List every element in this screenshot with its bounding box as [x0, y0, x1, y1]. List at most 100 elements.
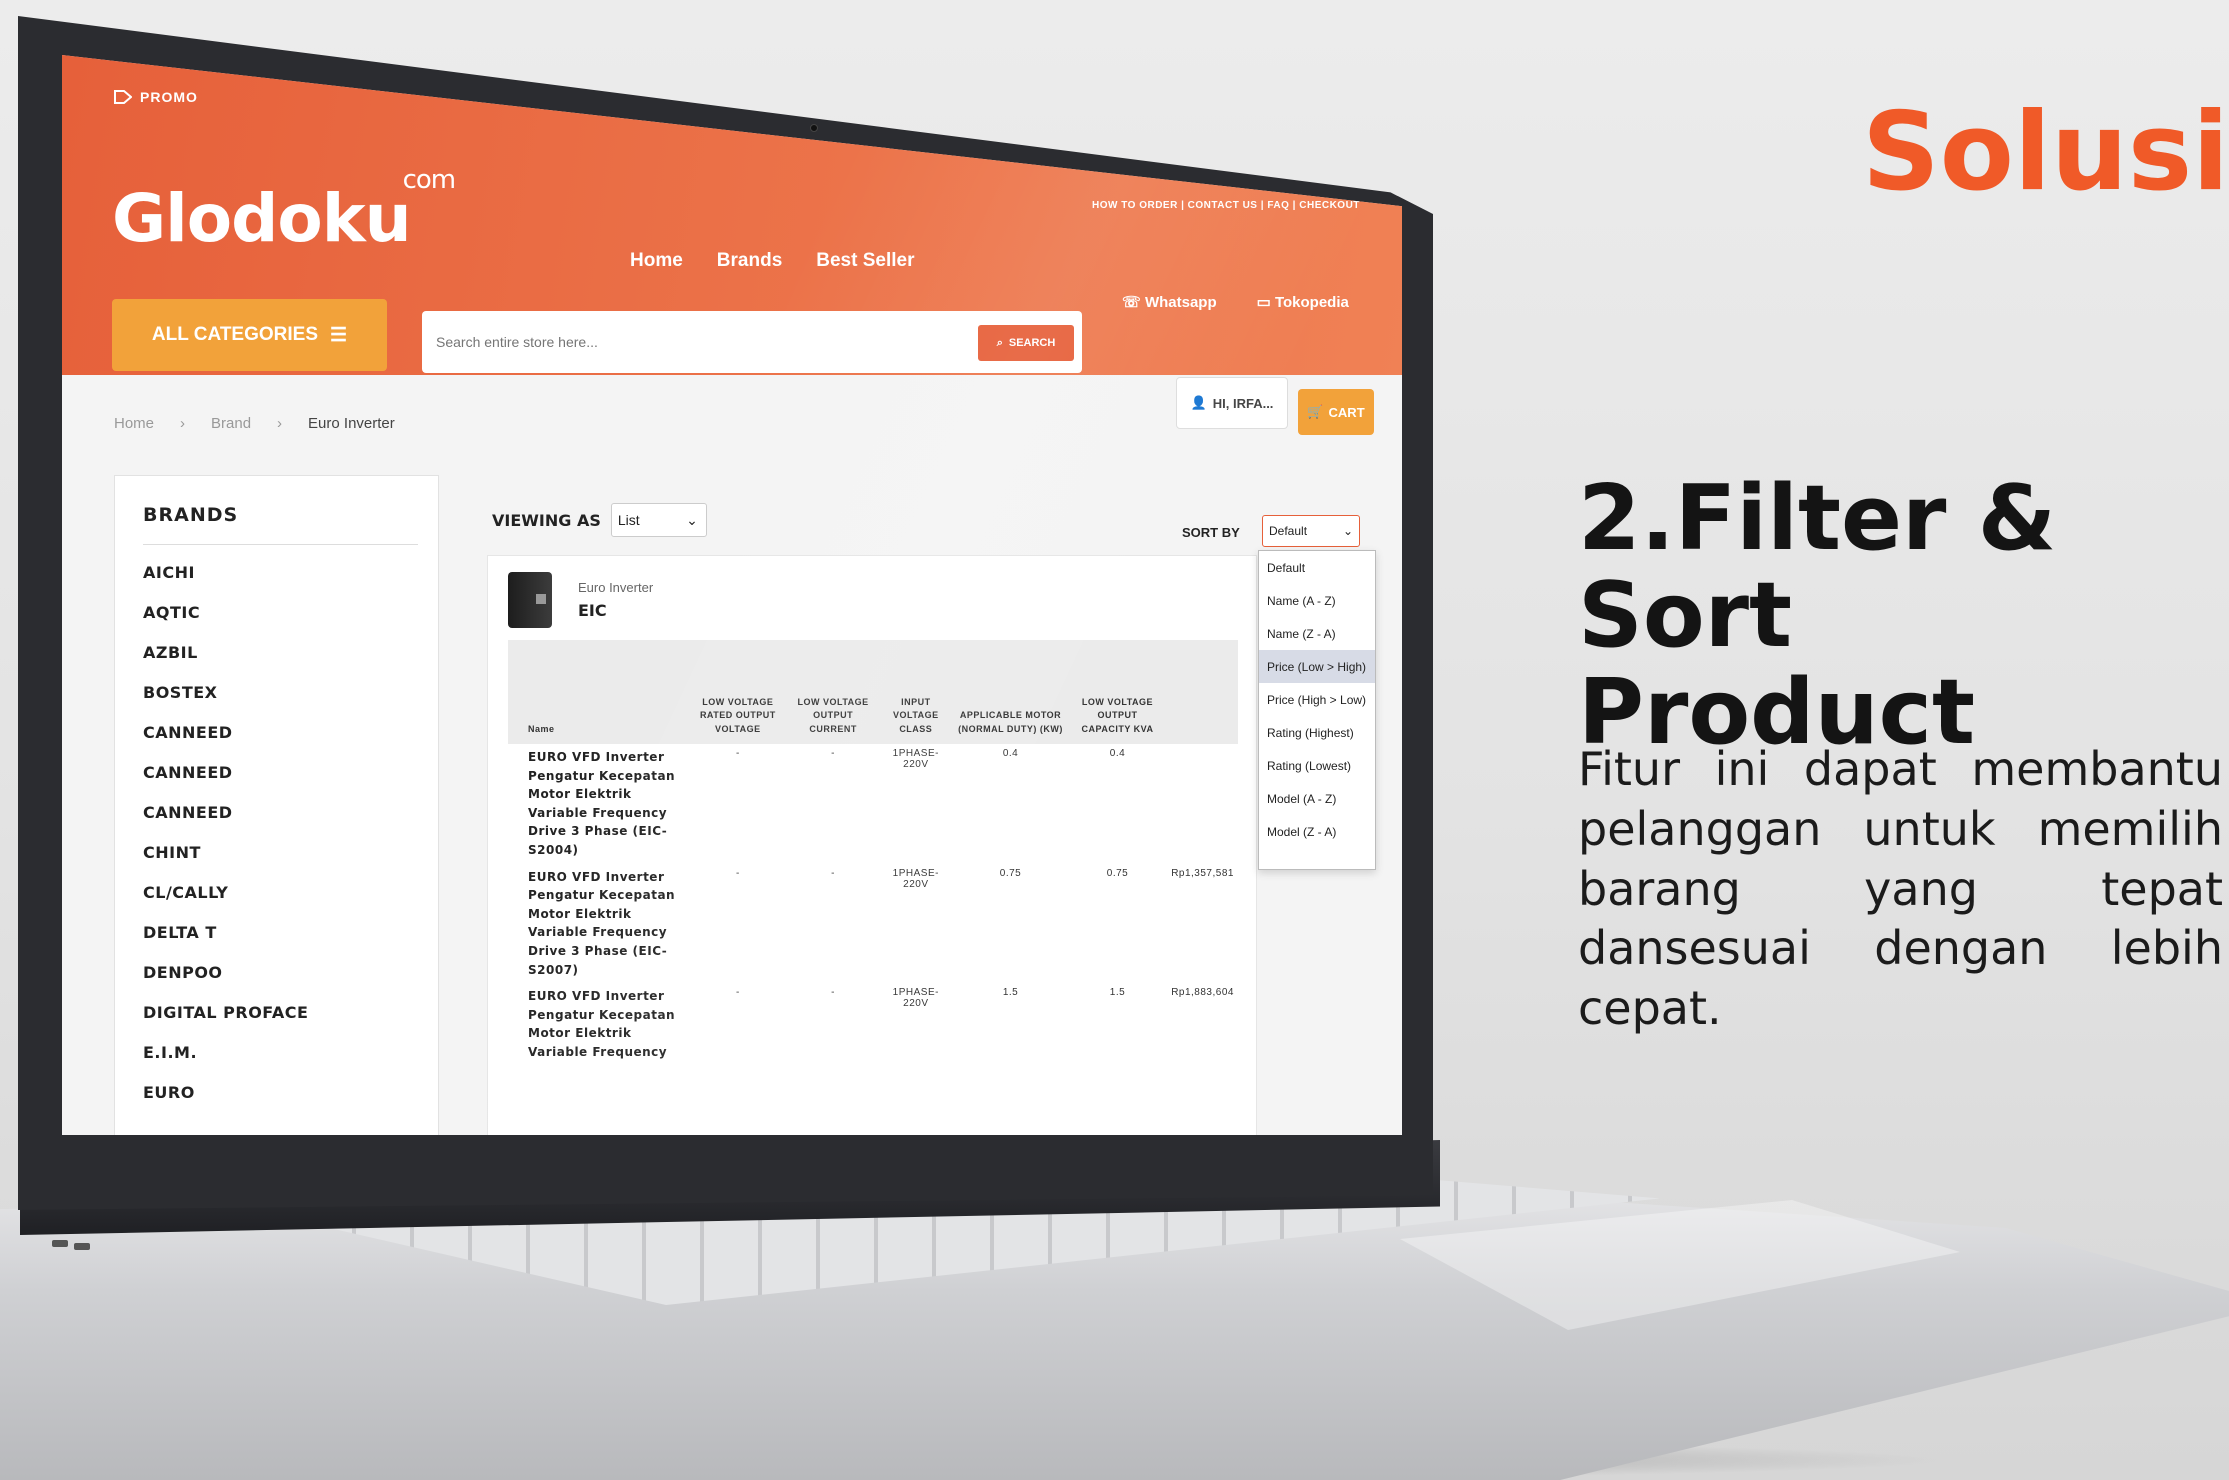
product-variant-name[interactable]: EURO VFD Inverter Pengatur Kecepatan Mot…: [508, 983, 688, 1065]
tokopedia-link[interactable]: ▭ Tokopedia: [1257, 293, 1349, 311]
table-cell: -: [735, 987, 740, 999]
table-header-row: Name LOW VOLTAGE RATED OUTPUT VOLTAGE LOW …: [508, 640, 1238, 744]
table-row: EURO VFD Inverter Pengatur Kecepatan Mot…: [508, 864, 1238, 984]
brand-item[interactable]: DIGITAL PROFACE: [143, 1003, 438, 1043]
brand-item[interactable]: CANNEED: [143, 803, 438, 843]
promo-label: PROMO: [140, 89, 198, 105]
table-row: EURO VFD Inverter Pengatur Kecepatan Mot…: [508, 744, 1238, 864]
cart-icon: 🛒: [1307, 404, 1324, 419]
laptop-screen: PROMO Glodokucom HOW TO ORDER | CONTACT …: [62, 55, 1402, 1135]
table-cell: 1PHASE-220V: [892, 867, 939, 890]
table-cell: 1PHASE-220V: [892, 748, 939, 770]
table-cell: 0.4: [1109, 748, 1126, 759]
breadcrumb-home[interactable]: Home: [114, 415, 154, 432]
breadcrumb-separator: ›: [180, 415, 186, 432]
sort-option[interactable]: Rating (Highest): [1259, 716, 1375, 749]
top-links[interactable]: HOW TO ORDER | CONTACT US | FAQ | CHECKO…: [1092, 200, 1360, 211]
logo-sup: com: [402, 165, 457, 195]
column-header: LOW VOLTAGE RATED OUTPUT VOLTAGE: [688, 640, 788, 744]
brand-item[interactable]: CL/CALLY: [143, 883, 438, 923]
user-icon: 👤: [1190, 395, 1207, 410]
brand-item[interactable]: AICHI: [143, 563, 438, 603]
chevron-down-icon: ⌄: [1342, 524, 1353, 538]
view-mode-value: List: [617, 512, 640, 528]
product-header: Euro Inverter EIC: [508, 572, 653, 628]
brand-item[interactable]: CANNEED: [143, 723, 438, 763]
search-button[interactable]: ⌕ SEARCH: [978, 325, 1074, 361]
search-icon: ⌕: [996, 336, 1003, 349]
column-header: Name: [508, 640, 688, 744]
product-variant-name[interactable]: EURO VFD Inverter Pengatur Kecepatan Mot…: [508, 864, 688, 984]
nav-brands[interactable]: Brands: [717, 250, 782, 272]
sort-by-label: SORT BY: [1182, 525, 1240, 540]
product-variant-name[interactable]: EURO VFD Inverter Pengatur Kecepatan Mot…: [508, 744, 688, 864]
whatsapp-label: Whatsapp: [1144, 294, 1217, 311]
sort-option[interactable]: Model (Z - A): [1259, 815, 1375, 848]
viewing-as: VIEWING AS List ⌄: [492, 503, 707, 537]
account-button[interactable]: 👤 HI, IRFA...: [1176, 377, 1288, 429]
all-categories-label: ALL CATEGORIES: [151, 324, 319, 345]
column-header: APPLICABLE MOTOR (NORMAL DUTY) (KW): [953, 640, 1068, 744]
nav-best-seller[interactable]: Best Seller: [816, 250, 914, 272]
table-cell: Rp1,357,581: [1171, 867, 1234, 879]
breadcrumb-current: Euro Inverter: [308, 415, 395, 432]
brand-item[interactable]: AZBIL: [143, 643, 438, 683]
search-input[interactable]: [422, 311, 942, 373]
usb-port: [74, 1243, 90, 1250]
view-mode-select[interactable]: List ⌄: [610, 503, 707, 537]
tag-icon: [114, 90, 132, 104]
breadcrumb-brand[interactable]: Brand: [211, 415, 251, 432]
viewing-as-label: VIEWING AS: [492, 510, 601, 530]
product-image[interactable]: [508, 572, 552, 628]
nav-home[interactable]: Home: [630, 250, 683, 272]
logo-text: Glodoku: [112, 180, 412, 257]
brand-item[interactable]: E.I.M.: [143, 1043, 438, 1083]
search-button-label: SEARCH: [1008, 337, 1056, 349]
site-header: PROMO Glodokucom HOW TO ORDER | CONTACT …: [62, 55, 1402, 375]
contact-links: ☏ Whatsapp ▭ Tokopedia: [1122, 293, 1349, 311]
promo-link[interactable]: PROMO: [114, 89, 198, 105]
table-body: EURO VFD Inverter Pengatur Kecepatan Mot…: [508, 744, 1238, 1066]
brand-item[interactable]: DELTA T: [143, 923, 438, 963]
tokopedia-label: Tokopedia: [1274, 294, 1349, 311]
sort-option[interactable]: Name (Z - A): [1259, 617, 1375, 650]
usb-port: [52, 1240, 68, 1247]
divider: [143, 544, 418, 545]
table-cell: -: [735, 748, 740, 759]
account-label: HI, IRFA...: [1212, 395, 1274, 411]
brand-item[interactable]: BOSTEX: [143, 683, 438, 723]
column-header: [1167, 640, 1238, 744]
table-cell: 0.75: [999, 867, 1022, 879]
sort-option[interactable]: Default: [1259, 551, 1375, 584]
table-cell: 0.4: [1002, 748, 1019, 759]
breadcrumb-separator: ›: [277, 415, 283, 432]
table-cell: -: [735, 867, 740, 879]
breadcrumb: Home › Brand › Euro Inverter: [114, 415, 395, 432]
spec-table: Name LOW VOLTAGE RATED OUTPUT VOLTAGE LOW …: [508, 640, 1238, 1066]
brand-item[interactable]: CANNEED: [143, 763, 438, 803]
brand-item[interactable]: CHINT: [143, 843, 438, 883]
phone-icon: ☏: [1122, 294, 1145, 311]
brand-item[interactable]: EURO: [143, 1083, 438, 1123]
sort-option[interactable]: Price (Low > High): [1259, 650, 1375, 683]
menu-icon: ☰: [330, 324, 348, 346]
sort-select[interactable]: Default ⌄: [1262, 515, 1360, 547]
whatsapp-link[interactable]: ☏ Whatsapp: [1122, 293, 1217, 311]
store-icon: ▭: [1256, 294, 1275, 311]
site-logo[interactable]: Glodokucom: [112, 165, 463, 257]
sort-option[interactable]: Price (High > Low): [1259, 683, 1375, 716]
sort-option[interactable]: Name (A - Z): [1259, 584, 1375, 617]
table-cell: -: [831, 867, 836, 879]
table-cell: 0.75: [1106, 867, 1129, 879]
sort-option[interactable]: Rating (Lowest): [1259, 749, 1375, 782]
brand-item[interactable]: AQTIC: [143, 603, 438, 643]
all-categories-button[interactable]: ALL CATEGORIES ☰: [112, 299, 387, 371]
brand-list: AICHI AQTIC AZBIL BOSTEX CANNEED CANNEED CANNE…: [143, 563, 438, 1123]
table-cell: 1PHASE-220V: [892, 987, 939, 1010]
product-name[interactable]: EIC: [578, 601, 653, 620]
sort-option[interactable]: Model (A - Z): [1259, 782, 1375, 815]
column-header: INPUT VOLTAGE CLASS: [878, 640, 954, 744]
brand-item[interactable]: DENPOO: [143, 963, 438, 1003]
chevron-down-icon: ⌄: [686, 511, 698, 528]
cart-button[interactable]: 🛒 CART: [1298, 389, 1374, 435]
